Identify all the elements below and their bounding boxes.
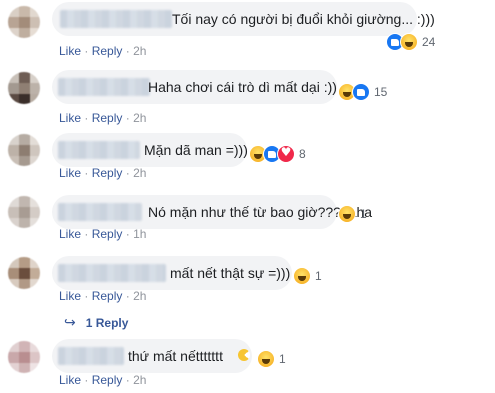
comment-actions: Like · Reply · 2h	[59, 166, 146, 180]
separator: ·	[84, 111, 89, 125]
haha-reaction-icon	[338, 205, 356, 223]
commenter-name[interactable]	[58, 141, 140, 159]
separator: ·	[125, 289, 130, 303]
timestamp[interactable]: 1h	[133, 227, 146, 241]
commenter-name[interactable]	[60, 10, 172, 28]
separator: ·	[84, 44, 89, 58]
separator: ·	[84, 289, 89, 303]
reaction-summary[interactable]: 1	[293, 266, 322, 286]
comment-bubble: Tối nay có người bị đuổi khỏi giường... …	[52, 2, 435, 36]
separator: ·	[84, 166, 89, 180]
love-reaction-icon	[277, 145, 295, 163]
timestamp[interactable]: 2h	[133, 373, 146, 387]
comment-bubble: Nó mặn như thế từ bao giờ???haha	[52, 195, 372, 229]
commenter-name[interactable]	[58, 347, 124, 365]
avatar[interactable]	[8, 257, 40, 289]
separator: ·	[125, 111, 130, 125]
like-reaction-icon	[352, 83, 370, 101]
comment-actions: Like · Reply · 2h	[59, 44, 146, 58]
timestamp[interactable]: 2h	[133, 44, 146, 58]
reaction-summary[interactable]: 1	[257, 349, 286, 369]
avatar[interactable]	[8, 72, 40, 104]
reaction-summary[interactable]: 8	[249, 144, 306, 164]
commenter-name[interactable]	[58, 264, 166, 282]
reply-link[interactable]: Reply	[92, 227, 123, 241]
like-link[interactable]: Like	[59, 373, 81, 387]
timestamp[interactable]: 2h	[133, 111, 146, 125]
comment-bubble: mất nết thật sự =)))	[52, 256, 292, 290]
like-link[interactable]: Like	[59, 166, 81, 180]
reaction-count: 15	[374, 85, 388, 99]
reply-link[interactable]: Reply	[92, 111, 123, 125]
pacman-emoticon-icon	[238, 349, 250, 361]
like-link[interactable]: Like	[59, 227, 81, 241]
reaction-summary[interactable]: 1	[338, 204, 367, 224]
separator: ·	[84, 227, 89, 241]
commenter-name[interactable]	[58, 78, 150, 96]
reaction-count: 8	[299, 147, 306, 161]
like-link[interactable]: Like	[59, 44, 81, 58]
separator: ·	[125, 166, 130, 180]
reaction-summary[interactable]: 15	[338, 82, 387, 102]
replies-count[interactable]: 1 Reply	[86, 316, 129, 330]
timestamp[interactable]: 2h	[133, 289, 146, 303]
avatar[interactable]	[8, 134, 40, 166]
avatar[interactable]	[8, 6, 40, 38]
reply-link[interactable]: Reply	[92, 373, 123, 387]
reply-link[interactable]: Reply	[92, 289, 123, 303]
like-link[interactable]: Like	[59, 111, 81, 125]
comment-bubble: Mặn dã man =)))	[52, 133, 248, 167]
comment-text: Mặn dã man =)))	[144, 142, 248, 158]
comment-actions: Like · Reply · 1h	[59, 227, 146, 241]
separator: ·	[125, 227, 130, 241]
separator: ·	[84, 373, 89, 387]
separator: ·	[125, 373, 130, 387]
comment-text: Tối nay có người bị đuổi khỏi giường... …	[172, 11, 435, 27]
reaction-count: 24	[422, 35, 436, 49]
comment-actions: Like · Reply · 2h	[59, 111, 146, 125]
reaction-count: 1	[315, 269, 322, 283]
haha-reaction-icon	[293, 267, 311, 285]
comment-actions: Like · Reply · 2h	[59, 373, 146, 387]
comment-actions: Like · Reply · 2h	[59, 289, 146, 303]
reply-arrow-icon: ↪	[64, 315, 76, 331]
haha-reaction-icon	[257, 350, 275, 368]
view-replies-link[interactable]: ↪ 1 Reply	[64, 315, 128, 331]
avatar[interactable]	[8, 341, 40, 373]
separator: ·	[125, 44, 130, 58]
timestamp[interactable]: 2h	[133, 166, 146, 180]
reply-link[interactable]: Reply	[92, 166, 123, 180]
comment-text: thứ mất nếttttttt	[128, 348, 223, 364]
comment-bubble: Haha chơi cái trò dì mất dại :))	[52, 70, 337, 104]
like-link[interactable]: Like	[59, 289, 81, 303]
haha-reaction-icon	[400, 33, 418, 51]
commenter-name[interactable]	[58, 203, 142, 221]
avatar[interactable]	[8, 196, 40, 228]
reaction-count: 1	[279, 352, 286, 366]
reaction-count: 1	[360, 207, 367, 221]
reply-link[interactable]: Reply	[92, 44, 123, 58]
comment-text: mất nết thật sự =)))	[170, 265, 291, 281]
comment-text: Haha chơi cái trò dì mất dại :))	[148, 79, 337, 95]
comment-bubble: thứ mất nếttttttt	[52, 339, 252, 373]
reaction-summary[interactable]: 24	[386, 32, 435, 52]
